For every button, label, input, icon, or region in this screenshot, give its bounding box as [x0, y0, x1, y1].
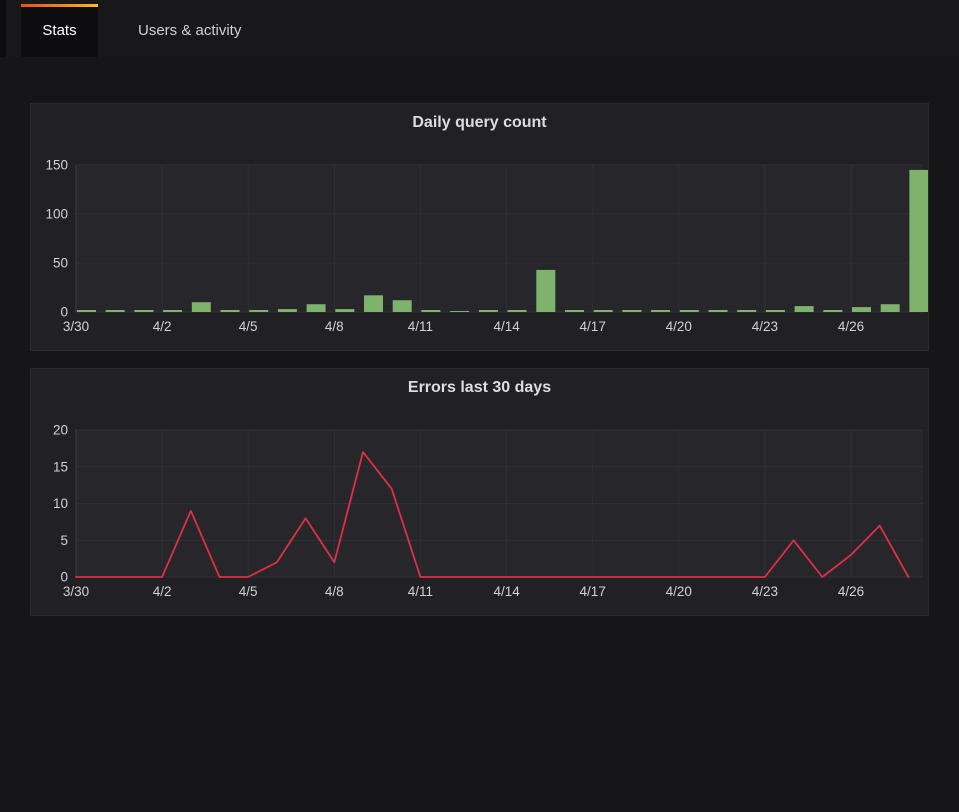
svg-text:4/5: 4/5: [239, 584, 258, 599]
bar: [709, 310, 728, 312]
tab-bar: Stats Users & activity: [0, 0, 959, 57]
dashboard-content: Daily query count 0501001503/304/24/54/8…: [0, 57, 959, 616]
bar: [393, 300, 412, 312]
bar: [106, 310, 125, 312]
chart-svg: 0 50 100 150 3/30 4/2 4/5 4/8 4/11 4/14 4/17 4/20 4/…: [31, 140, 928, 345]
panel-title-daily-query-count: Daily query count: [31, 104, 928, 140]
bar: [421, 310, 440, 312]
svg-text:5: 5: [60, 533, 68, 548]
bar: [823, 310, 842, 312]
y-axis-labels: 0 5 10 15 20: [53, 423, 68, 585]
panel-errors-last-30-days: Errors last 30 days 0 5 10 15 20 3/30 4/2 4/5 4/…: [30, 368, 929, 616]
bar: [221, 310, 240, 312]
bar: [680, 310, 699, 312]
bar: [737, 310, 756, 312]
bar: [364, 295, 383, 312]
svg-text:4/2: 4/2: [153, 584, 172, 599]
bar: [77, 310, 96, 312]
panel-daily-query-count: Daily query count 0 50 100 150 3/30 4/2 4/5 4/8…: [30, 103, 929, 351]
svg-text:20: 20: [53, 423, 68, 438]
tab-users-activity-label: Users & activity: [138, 22, 241, 39]
bar: [536, 270, 555, 312]
svg-text:3/30: 3/30: [63, 584, 89, 599]
svg-text:4/23: 4/23: [752, 319, 778, 334]
bar: [335, 309, 354, 312]
svg-text:4/17: 4/17: [580, 584, 606, 599]
svg-text:3/30: 3/30: [63, 319, 89, 334]
bar: [594, 310, 613, 312]
svg-text:4/20: 4/20: [666, 319, 692, 334]
bar: [479, 310, 498, 312]
y-axis-labels: 0 50 100 150: [45, 158, 68, 320]
active-tab-accent-bar: [21, 4, 98, 7]
bar: [134, 310, 153, 312]
bar: [450, 311, 469, 312]
svg-text:4/11: 4/11: [408, 319, 433, 334]
bar: [766, 310, 785, 312]
svg-text:4/26: 4/26: [838, 584, 864, 599]
svg-text:4/8: 4/8: [325, 584, 344, 599]
svg-text:15: 15: [53, 459, 68, 474]
svg-text:10: 10: [53, 496, 68, 511]
daily-query-count-chart[interactable]: 0 50 100 150 3/30 4/2 4/5 4/8 4/11 4/14 4/17 4/20 4/…: [31, 140, 928, 345]
x-axis-labels: 3/30 4/2 4/5 4/8 4/11 4/14 4/17 4/20 4/23 4/26: [63, 319, 864, 334]
tab-stats[interactable]: Stats: [21, 4, 98, 57]
svg-text:150: 150: [45, 158, 68, 173]
svg-text:4/17: 4/17: [580, 319, 606, 334]
svg-text:50: 50: [53, 256, 68, 271]
tab-stats-label: Stats: [42, 22, 76, 39]
svg-text:100: 100: [45, 207, 68, 222]
bar: [795, 306, 814, 312]
bar: [852, 307, 871, 312]
svg-text:4/20: 4/20: [666, 584, 692, 599]
bar: [909, 170, 928, 312]
bar: [163, 310, 182, 312]
svg-text:4/11: 4/11: [408, 584, 433, 599]
bar: [278, 309, 297, 312]
svg-text:4/2: 4/2: [153, 319, 172, 334]
chart-svg: 0 5 10 15 20 3/30 4/2 4/5 4/8 4/11 4/14 4/17 4/20 4/2…: [31, 405, 928, 610]
errors-last-30-days-chart[interactable]: 0 5 10 15 20 3/30 4/2 4/5 4/8 4/11 4/14 4/17 4/20 4/2…: [31, 405, 928, 610]
svg-text:4/14: 4/14: [493, 319, 520, 334]
svg-text:4/14: 4/14: [493, 584, 520, 599]
bar: [192, 302, 211, 312]
svg-text:0: 0: [60, 570, 68, 585]
bar: [565, 310, 584, 312]
bar: [622, 310, 641, 312]
svg-text:4/26: 4/26: [838, 319, 864, 334]
tab-users-activity[interactable]: Users & activity: [98, 4, 281, 57]
x-axis-labels: 3/30 4/2 4/5 4/8 4/11 4/14 4/17 4/20 4/23 4/26: [63, 584, 864, 599]
bar: [651, 310, 670, 312]
svg-text:4/5: 4/5: [239, 319, 258, 334]
bar: [881, 304, 900, 312]
svg-text:4/8: 4/8: [325, 319, 344, 334]
svg-text:4/23: 4/23: [752, 584, 778, 599]
plot-area: [76, 165, 923, 312]
bar: [249, 310, 268, 312]
panel-title-errors-last-30-days: Errors last 30 days: [31, 369, 928, 405]
bar: [508, 310, 527, 312]
bar: [307, 304, 326, 312]
svg-text:0: 0: [60, 305, 68, 320]
